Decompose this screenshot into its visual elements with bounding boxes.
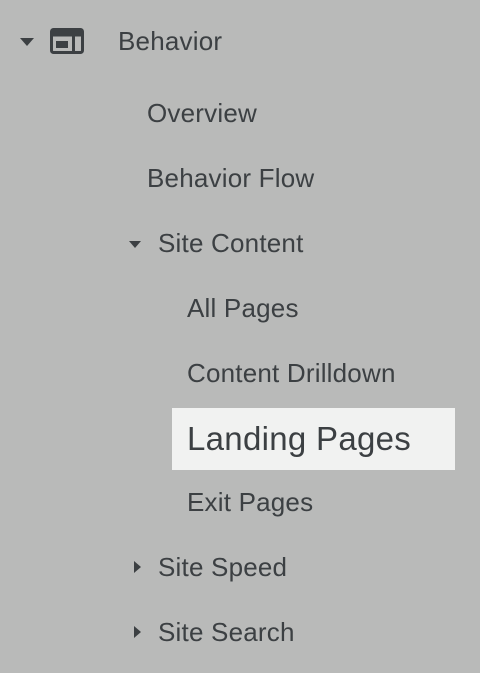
nav-section-label: Behavior <box>118 25 223 56</box>
nav-group-site-speed[interactable]: Site Speed <box>134 548 287 586</box>
nav-item-overview[interactable]: Overview <box>147 94 257 132</box>
nav-group-label: Site Speed <box>158 551 288 582</box>
layout-icon <box>50 28 84 54</box>
nav-group-label: Site Content <box>158 227 304 258</box>
nav-item-content-drilldown[interactable]: Content Drilldown <box>187 354 396 392</box>
nav-item-label: Overview <box>147 97 257 128</box>
caret-down-icon[interactable] <box>20 38 34 46</box>
nav-item-label: All Pages <box>187 292 299 323</box>
nav-group-site-search[interactable]: Site Search <box>134 613 295 651</box>
nav-item-label: Content Drilldown <box>187 357 396 388</box>
nav-group-site-content[interactable]: Site Content <box>129 224 304 262</box>
nav-section-behavior[interactable]: Behavior <box>20 22 222 60</box>
caret-down-icon[interactable] <box>129 240 141 248</box>
nav-item-label: Exit Pages <box>187 486 314 517</box>
nav-item-all-pages[interactable]: All Pages <box>187 289 299 327</box>
caret-right-icon[interactable] <box>134 561 141 573</box>
nav-group-label: Site Search <box>158 616 295 647</box>
nav-item-exit-pages[interactable]: Exit Pages <box>187 483 313 521</box>
nav-item-label: Behavior Flow <box>147 162 315 193</box>
behavior-nav-menu: Behavior Overview Behavior Flow Site Con… <box>0 0 480 673</box>
caret-right-icon[interactable] <box>134 626 141 638</box>
nav-item-label-selected: Landing Pages <box>187 420 412 457</box>
nav-item-behavior-flow[interactable]: Behavior Flow <box>147 159 314 197</box>
nav-item-landing-pages[interactable]: Landing Pages <box>187 414 411 464</box>
